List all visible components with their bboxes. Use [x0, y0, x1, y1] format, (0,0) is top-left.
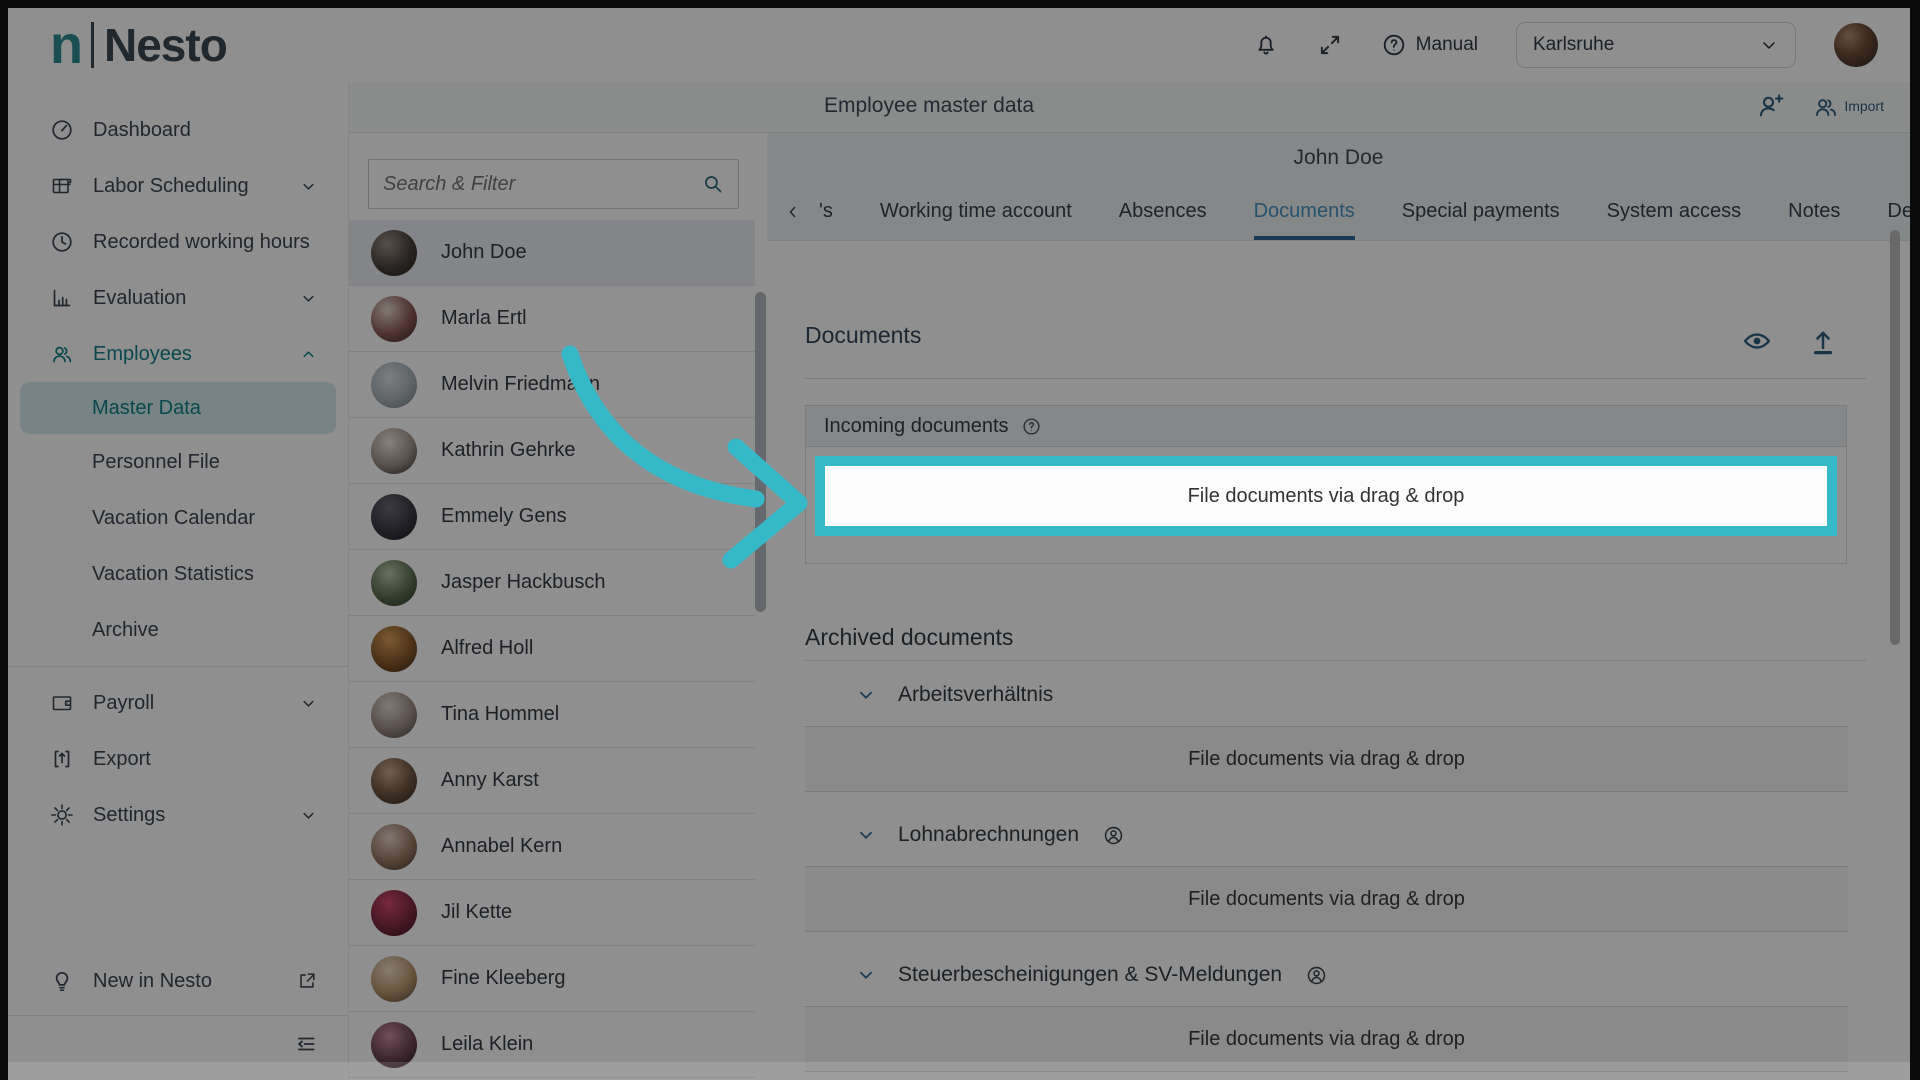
window-bottom-strip — [8, 1062, 1910, 1080]
window-frame — [1910, 0, 1920, 1080]
window-frame — [0, 0, 8, 1080]
incoming-dropzone-highlighted[interactable]: File documents via drag & drop — [815, 456, 1837, 536]
dropzone-label: File documents via drag & drop — [1188, 485, 1465, 508]
window-frame — [0, 0, 1920, 8]
app-window: n Nesto — [0, 0, 1920, 1080]
dim-overlay — [0, 0, 1920, 1080]
